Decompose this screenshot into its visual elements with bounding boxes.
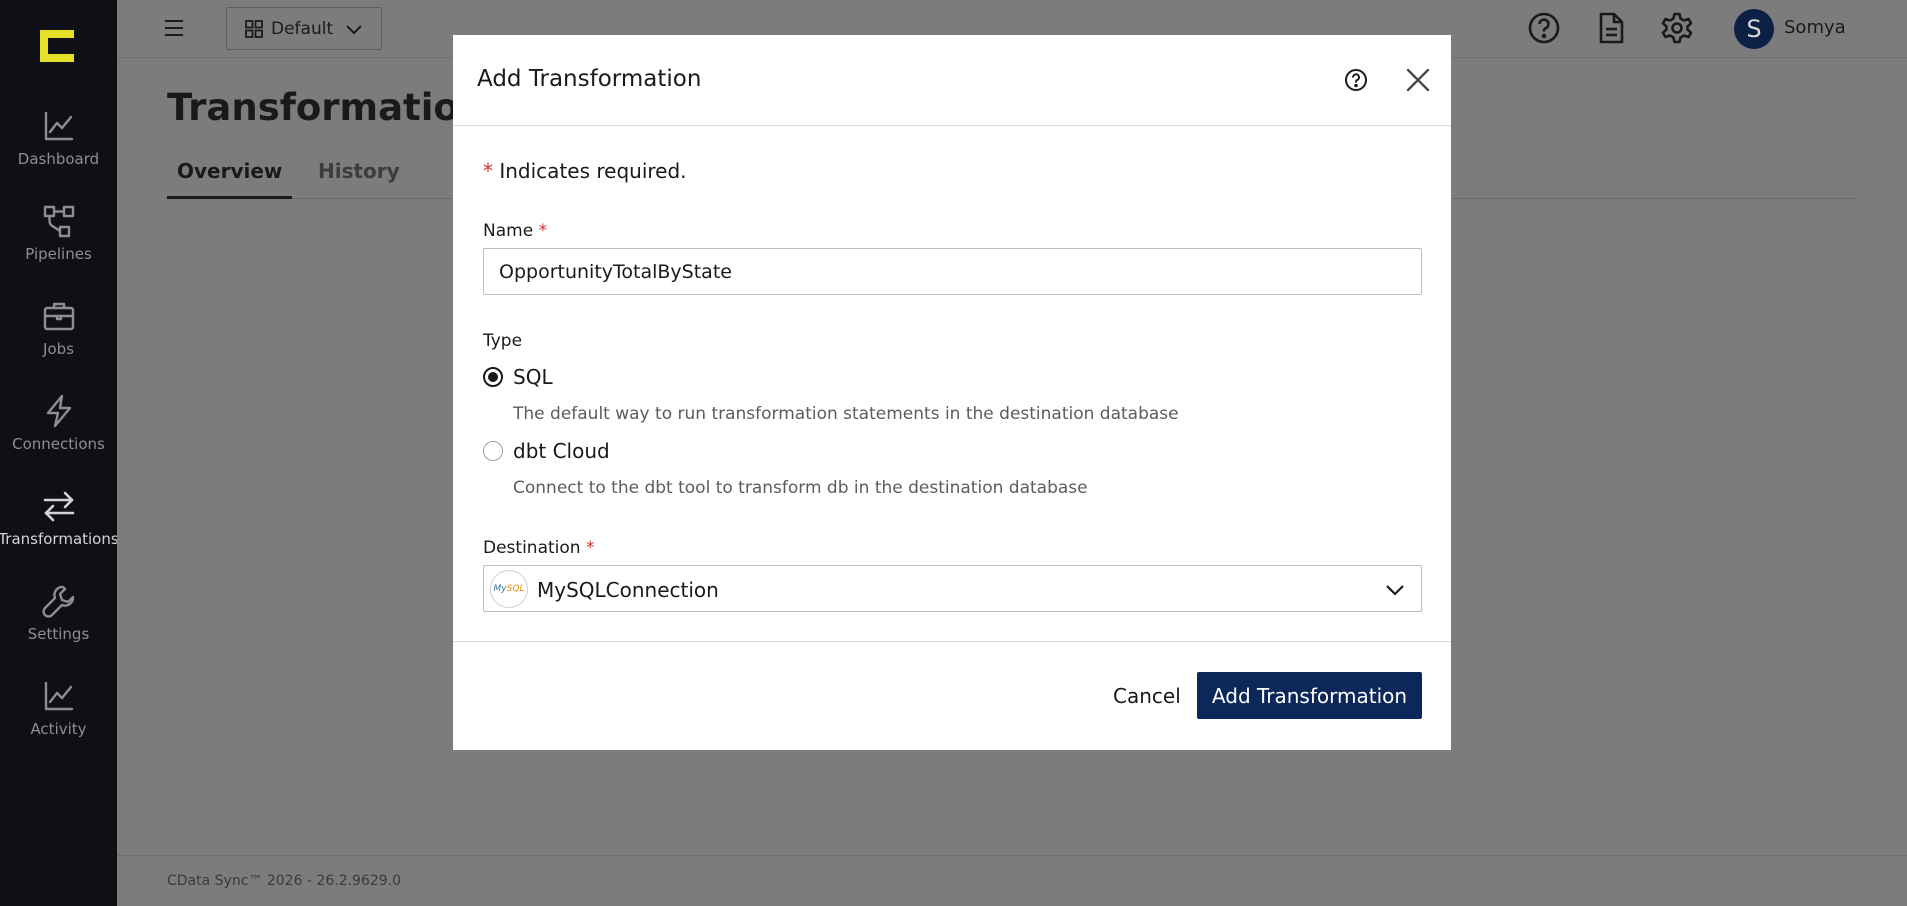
sidebar-item-label: Transformations <box>0 530 119 548</box>
radio-sql[interactable] <box>483 367 503 387</box>
name-input[interactable] <box>483 248 1422 295</box>
sidebar-item-label: Connections <box>12 435 105 453</box>
sidebar-item-label: Jobs <box>43 340 74 358</box>
type-option-dbt-cloud[interactable]: dbt Cloud <box>483 439 610 463</box>
dialog-header: Add Transformation <box>453 35 1451 126</box>
briefcase-icon <box>43 302 74 331</box>
document-icon[interactable] <box>1594 11 1628 45</box>
sidebar-item-label: Activity <box>30 720 87 738</box>
name-label-text: Name <box>483 221 534 241</box>
cdata-logo[interactable] <box>38 28 76 64</box>
sidebar-item-label: Settings <box>27 625 90 643</box>
dbt-cloud-description: Connect to the dbt tool to transform db … <box>513 478 1088 498</box>
chevron-down-icon <box>1386 585 1404 596</box>
sidebar-item-jobs[interactable]: Jobs <box>0 284 117 364</box>
sql-description: The default way to run transformation st… <box>513 404 1179 424</box>
sidebar-item-label: Dashboard <box>17 150 100 168</box>
lightning-icon <box>46 394 71 428</box>
version-text: CData Sync™ 2026 - 26.2.9629.0 <box>167 873 402 889</box>
sidebar-item-dashboard[interactable]: Dashboard <box>0 94 117 174</box>
required-asterisk: * <box>538 221 548 241</box>
dialog-title: Add Transformation <box>477 66 702 92</box>
cancel-button[interactable]: Cancel <box>1093 672 1201 719</box>
name-label: Name * <box>483 221 547 241</box>
swap-arrows-icon <box>43 491 74 522</box>
avatar[interactable]: S <box>1734 9 1774 49</box>
radio-dbt-cloud-label: dbt Cloud <box>513 439 610 463</box>
help-icon[interactable] <box>1343 67 1369 93</box>
required-note: * Indicates required. <box>483 159 687 183</box>
add-transformation-button[interactable]: Add Transformation <box>1197 672 1422 719</box>
required-note-text: Indicates required. <box>499 159 687 183</box>
sidebar-item-activity[interactable]: Activity <box>0 664 117 744</box>
sidebar-item-transformations[interactable]: Transformations <box>0 474 119 554</box>
destination-label-text: Destination <box>483 538 581 558</box>
workspace-select[interactable]: Default <box>226 7 382 50</box>
mysql-logo: My SQL <box>490 570 528 608</box>
help-icon[interactable] <box>1527 11 1561 45</box>
grid-icon <box>245 19 263 38</box>
radio-dbt-cloud[interactable] <box>483 441 503 461</box>
sidebar: Dashboard Pipelines Jobs Connections Tra… <box>0 0 119 906</box>
destination-label: Destination * <box>483 538 594 558</box>
dialog-footer: Cancel Add Transformation <box>453 641 1451 750</box>
destination-select[interactable]: My SQL MySQLConnection <box>483 565 1422 612</box>
gear-icon[interactable] <box>1660 11 1694 45</box>
mysql-logo-sql: SQL <box>506 584 525 594</box>
line-chart-icon <box>44 111 73 141</box>
add-transformation-dialog: Add Transformation * Indicates required.… <box>453 35 1451 750</box>
activity-chart-icon <box>44 681 73 711</box>
chevron-down-icon <box>346 24 362 34</box>
type-option-sql[interactable]: SQL <box>483 365 553 389</box>
close-icon[interactable] <box>1403 65 1433 95</box>
mysql-logo-my: My <box>493 584 507 594</box>
radio-sql-label: SQL <box>513 365 553 389</box>
hamburger-menu-icon[interactable] <box>163 17 185 39</box>
tab-overview[interactable]: Overview <box>167 159 293 199</box>
sidebar-item-connections[interactable]: Connections <box>0 379 117 459</box>
user-name[interactable]: Somya <box>1784 17 1846 38</box>
sidebar-item-pipelines[interactable]: Pipelines <box>0 189 117 269</box>
sidebar-item-label: Pipelines <box>25 245 92 263</box>
destination-value: MySQLConnection <box>537 578 719 602</box>
pipelines-icon <box>43 205 74 238</box>
sidebar-item-settings[interactable]: Settings <box>0 569 117 649</box>
required-asterisk: * <box>483 159 493 183</box>
wrench-icon <box>41 585 74 618</box>
type-label: Type <box>483 331 523 351</box>
required-asterisk: * <box>585 538 595 558</box>
footer: CData Sync™ 2026 - 26.2.9629.0 <box>117 855 1907 906</box>
workspace-name: Default <box>271 18 334 39</box>
tab-history[interactable]: History <box>308 159 410 199</box>
